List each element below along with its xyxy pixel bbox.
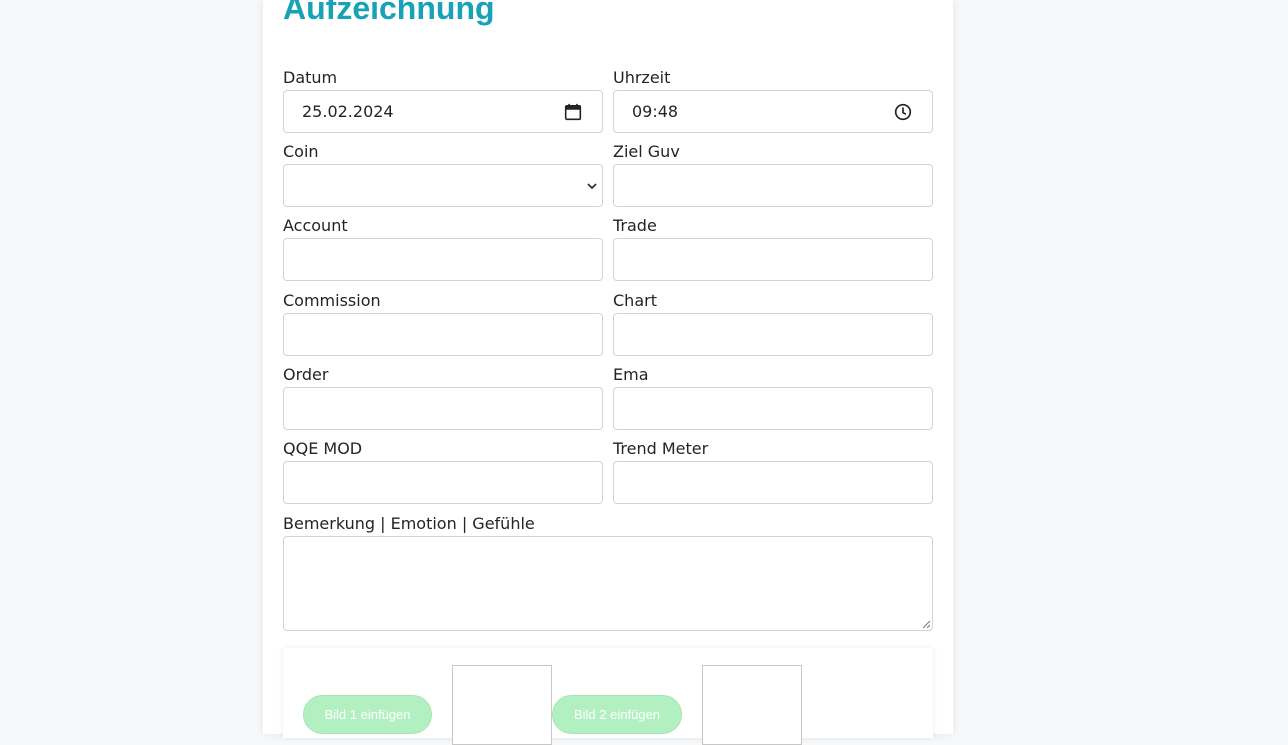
bild1-button[interactable]: Bild 1 einfügen [303,695,432,734]
account-input[interactable] [283,238,603,281]
resize-grip-icon[interactable] [922,620,931,629]
field-trend-meter: Trend Meter [613,438,933,504]
ema-input[interactable] [613,387,933,430]
trend-meter-label: Trend Meter [613,439,709,458]
datum-label: Datum [283,68,338,87]
calendar-icon[interactable] [564,103,582,121]
qqe-mod-label: QQE MOD [283,439,363,458]
time-value: 09:48 [632,102,679,121]
bild2-preview [702,665,802,745]
trade-input[interactable] [613,238,933,281]
uhrzeit-label: Uhrzeit [613,68,671,87]
clock-icon[interactable] [894,103,912,121]
field-ziel-guv: Ziel Guv [613,141,933,207]
chart-label: Chart [613,291,657,310]
field-order: Order [283,364,603,430]
qqe-mod-input[interactable] [283,461,603,504]
account-label: Account [283,216,348,235]
ziel-guv-input[interactable] [613,164,933,207]
ema-label: Ema [613,365,649,384]
chevron-down-icon[interactable] [586,180,598,192]
chart-input[interactable] [613,313,933,356]
field-uhrzeit: Uhrzeit 09:48 [613,67,933,133]
field-qqe-mod: QQE MOD [283,438,603,504]
bemerkung-label: Bemerkung | Emotion | Gefühle [283,514,535,533]
date-value: 25.02.2024 [302,102,394,121]
field-commission: Commission [283,290,603,356]
date-input[interactable]: 25.02.2024 [283,90,603,133]
ziel-guv-label: Ziel Guv [613,142,680,161]
trend-meter-input[interactable] [613,461,933,504]
trade-label: Trade [613,216,657,235]
field-datum: Datum 25.02.2024 [283,67,603,133]
coin-label: Coin [283,142,319,161]
commission-label: Commission [283,291,381,310]
field-trade: Trade [613,215,933,281]
field-ema: Ema [613,364,933,430]
order-input[interactable] [283,387,603,430]
commission-input[interactable] [283,313,603,356]
field-account: Account [283,215,603,281]
coin-select[interactable] [283,164,603,207]
bemerkung-textarea[interactable] [283,536,933,631]
bild1-preview [452,665,552,745]
order-label: Order [283,365,329,384]
time-input[interactable]: 09:48 [613,90,933,133]
form-card: Aufzeichnung Datum 25.02.2024 Uhrzeit 09… [263,0,953,745]
field-chart: Chart [613,290,933,356]
bild2-button[interactable]: Bild 2 einfügen [552,695,682,734]
image-upload-panel: Bild 1 einfügen Bild 2 einfügen [283,648,933,745]
page-title: Aufzeichnung [283,0,495,26]
field-coin: Coin [283,141,603,207]
field-bemerkung: Bemerkung | Emotion | Gefühle [283,513,933,631]
